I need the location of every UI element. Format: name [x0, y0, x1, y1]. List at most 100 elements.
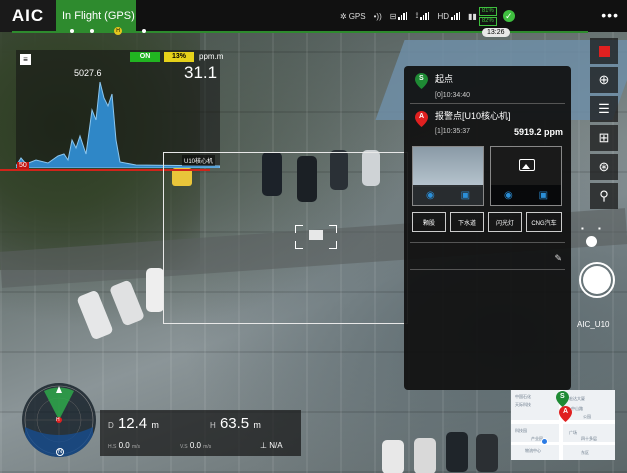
radar-compass[interactable]: H N	[22, 383, 96, 457]
flight-time: 13:26	[482, 28, 510, 37]
battery-bottom: 82%	[478, 16, 497, 26]
more-menu-icon[interactable]: •••	[601, 8, 619, 22]
stop-icon	[598, 45, 610, 57]
battery-status[interactable]: ▮▮ 81% 82% ✓	[468, 6, 515, 26]
map-label: 广场	[569, 430, 577, 435]
signal-bars-icon	[398, 12, 408, 20]
camera-icon[interactable]: ◉	[426, 190, 435, 201]
alarm-title: 报警点[U10核心机]	[435, 111, 511, 121]
map-label: 东区	[581, 450, 589, 455]
photo-mode-icon: ▪	[581, 224, 584, 233]
controller-icon: ⊟	[389, 11, 397, 21]
rc-signal[interactable]: ⊟	[390, 12, 408, 21]
parked-car	[414, 438, 436, 473]
shutter-button[interactable]	[579, 262, 615, 298]
tag-button-3[interactable]: CNG汽车	[526, 212, 562, 232]
edit-icon[interactable]: ✎	[554, 253, 562, 264]
chart-menu-icon[interactable]: ≡	[20, 54, 31, 65]
list-button[interactable]: ☰	[590, 96, 618, 122]
start-title: 起点	[435, 74, 454, 84]
map-pin-plus-icon: ⊕	[598, 72, 610, 87]
tag-button-1[interactable]: 下水道	[450, 212, 484, 232]
parked-car	[446, 432, 468, 472]
divider	[410, 242, 565, 243]
drone-signal[interactable]: ⟟	[415, 11, 430, 21]
mini-map[interactable]: 中国石化 天际科技 宏达大厦 中山路 公园 科技园 产业园 广场 四十多层 物流…	[511, 390, 615, 460]
gas-chart-panel: ≡ ON 13% ppm.m 5027.6 31.1 50	[16, 50, 223, 169]
satellite-icon: ✲	[340, 11, 347, 21]
height-value: 63.5	[219, 415, 250, 432]
gallery-icon[interactable]: ▣	[539, 190, 548, 201]
distance-value: 12.4	[117, 415, 148, 432]
parked-car	[382, 440, 404, 473]
height-unit: m	[253, 420, 261, 430]
threshold-label: 50	[17, 162, 29, 169]
start-time: [0]10:34:40	[435, 92, 471, 99]
telemetry-panel: D 12.4 m H 63.5 m H.S 0.0 m/s V.S 0.0 m/…	[100, 410, 301, 456]
radar-home-label: H	[56, 417, 60, 423]
map-label: 科技园	[515, 428, 527, 433]
camera-icon[interactable]: ◉	[504, 190, 513, 201]
tag-button-2[interactable]: 闪光灯	[488, 212, 522, 232]
peak-value: 5027.6	[74, 68, 102, 78]
check-icon: ✓	[502, 10, 515, 22]
list-icon: ☰	[598, 101, 610, 116]
signal-bars-icon	[420, 12, 430, 20]
map-label: 公园	[583, 414, 591, 419]
map-street	[511, 442, 615, 445]
camera-thumbnail[interactable]: ◉ ▣	[412, 146, 484, 206]
alarm-pin-letter: A	[419, 113, 425, 120]
device-name: AIC_U10	[577, 320, 610, 329]
map-label: 宏达大厦	[569, 396, 585, 401]
signal-status[interactable]: •))	[374, 12, 382, 21]
video-mode-icon: ▪	[598, 224, 601, 233]
hd-label: HD	[437, 11, 449, 21]
camera-mode-switch[interactable]: ▪ ▪	[580, 222, 610, 262]
hd-signal[interactable]: HD	[437, 12, 460, 21]
divider	[410, 103, 565, 104]
detection-tag: U10核心机	[182, 155, 216, 166]
extra-value: N/A	[269, 441, 283, 450]
height-prefix: H	[210, 421, 216, 430]
drone-icon: ⟟	[415, 11, 419, 20]
grid-icon: ⊞	[598, 130, 610, 145]
unit-label: ppm.m	[199, 52, 224, 61]
vs-unit: m/s	[203, 444, 212, 450]
image-slot[interactable]: ◉ ▣	[490, 146, 562, 206]
map-label: 中国石化	[515, 394, 531, 399]
app-logo: AIC	[0, 0, 56, 32]
detector-pct-badge: 13%	[164, 52, 194, 62]
broadcast-icon: •))	[373, 11, 382, 21]
stop-record-button[interactable]	[590, 38, 618, 64]
hs-label: H.S	[108, 444, 117, 450]
map-label: 物流中心	[525, 448, 541, 453]
target-button[interactable]: ⊛	[590, 154, 618, 180]
drone-app: AIC In Flight (GPS) ✲ GPS •)) ⊟ ⟟ HD ▮▮ …	[0, 0, 627, 473]
landing-icon: ⊥	[260, 441, 267, 450]
home-marker-icon: H	[114, 27, 122, 35]
map-location-dot-icon	[541, 438, 548, 445]
toggle-knob[interactable]	[586, 236, 597, 247]
vs-value: 0.0	[189, 441, 201, 450]
map-label: 中山路	[571, 406, 583, 411]
battery-icon: ▮▮	[468, 11, 477, 21]
grid-button[interactable]: ⊞	[590, 125, 618, 151]
flight-mode-indicator[interactable]: In Flight (GPS)	[56, 0, 136, 32]
gps-status[interactable]: ✲ GPS	[340, 12, 366, 21]
gallery-icon[interactable]: ▣	[461, 190, 470, 201]
progress-dot	[142, 29, 146, 33]
map-start-letter: S	[560, 393, 565, 400]
vs-label: V.S	[180, 444, 188, 450]
image-icon	[519, 159, 535, 171]
start-pin-letter: S	[419, 75, 424, 82]
progress-dot	[90, 29, 94, 33]
battery-top: 81%	[478, 6, 497, 16]
map-label: 天际科技	[515, 402, 531, 407]
detection-frame	[163, 152, 408, 324]
parked-car	[146, 268, 164, 312]
divider	[410, 269, 565, 270]
route-button[interactable]: ⚲	[590, 183, 618, 209]
tag-button-0[interactable]: 颗股	[412, 212, 446, 232]
add-waypoint-button[interactable]: ⊕	[590, 67, 618, 93]
detector-on-badge[interactable]: ON	[130, 52, 160, 62]
